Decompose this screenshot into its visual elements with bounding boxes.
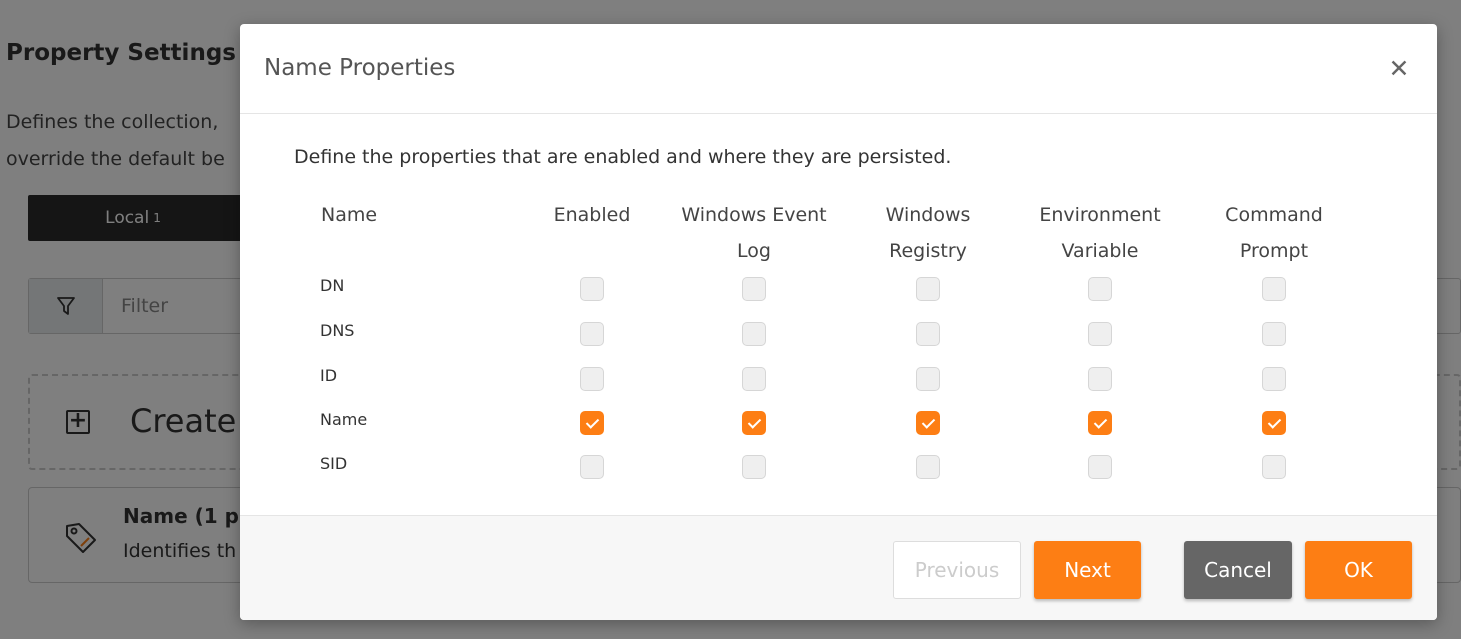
column-header-cmd-line1: Command (1225, 204, 1323, 226)
column-header-name: Name (321, 197, 377, 233)
checkbox-name-enabled[interactable] (580, 411, 604, 435)
next-button[interactable]: Next (1034, 541, 1141, 599)
modal-title: Name Properties (264, 55, 456, 81)
checkbox-sid-env[interactable] (1088, 455, 1112, 479)
checkbox-id-event-log[interactable] (742, 367, 766, 391)
modal-footer: Previous Next Cancel OK (240, 515, 1437, 620)
row-label-id: ID (320, 366, 338, 385)
ok-button[interactable]: OK (1305, 541, 1412, 599)
checkbox-id-cmd[interactable] (1262, 367, 1286, 391)
column-header-registry-line2: Registry (889, 240, 967, 262)
column-header-event-log-line1: Windows Event (681, 204, 827, 226)
close-icon[interactable]: ✕ (1386, 56, 1412, 82)
name-properties-dialog: Name Properties ✕ Define the properties … (240, 24, 1437, 620)
checkbox-sid-registry[interactable] (916, 455, 940, 479)
column-header-enabled-label: Enabled (553, 204, 631, 226)
checkbox-dn-env[interactable] (1088, 277, 1112, 301)
cancel-button[interactable]: Cancel (1184, 541, 1292, 599)
column-header-cmd: Command Prompt (1196, 197, 1352, 269)
checkbox-name-event-log[interactable] (742, 411, 766, 435)
checkbox-dn-registry[interactable] (916, 277, 940, 301)
modal-header: Name Properties ✕ (240, 24, 1437, 114)
column-header-name-label: Name (321, 204, 378, 226)
checkbox-dn-event-log[interactable] (742, 277, 766, 301)
checkbox-dn-cmd[interactable] (1262, 277, 1286, 301)
modal-description: Define the properties that are enabled a… (294, 146, 952, 168)
previous-button[interactable]: Previous (893, 541, 1021, 599)
column-header-registry-line1: Windows (885, 204, 971, 226)
column-header-event-log-line2: Log (737, 240, 771, 262)
column-header-registry: Windows Registry (848, 197, 1008, 269)
row-label-sid: SID (320, 454, 348, 473)
checkbox-dns-cmd[interactable] (1262, 322, 1286, 346)
checkbox-dns-event-log[interactable] (742, 322, 766, 346)
checkbox-dns-enabled[interactable] (580, 322, 604, 346)
column-header-env-line2: Variable (1061, 240, 1139, 262)
checkbox-id-enabled[interactable] (580, 367, 604, 391)
column-header-cmd-line2: Prompt (1239, 240, 1309, 262)
row-label-name: Name (320, 410, 368, 429)
checkbox-name-cmd[interactable] (1262, 411, 1286, 435)
checkbox-dns-registry[interactable] (916, 322, 940, 346)
column-header-env: Environment Variable (1016, 197, 1184, 269)
row-label-dns: DNS (320, 321, 355, 340)
row-label-dn: DN (320, 276, 345, 295)
checkbox-sid-event-log[interactable] (742, 455, 766, 479)
checkbox-dns-env[interactable] (1088, 322, 1112, 346)
checkbox-id-registry[interactable] (916, 367, 940, 391)
column-header-event-log: Windows Event Log (664, 197, 844, 269)
checkbox-name-registry[interactable] (916, 411, 940, 435)
column-header-env-line1: Environment (1039, 204, 1161, 226)
checkbox-sid-enabled[interactable] (580, 455, 604, 479)
checkbox-id-env[interactable] (1088, 367, 1112, 391)
column-header-enabled: Enabled (526, 197, 658, 233)
checkbox-name-env[interactable] (1088, 411, 1112, 435)
checkbox-sid-cmd[interactable] (1262, 455, 1286, 479)
checkbox-dn-enabled[interactable] (580, 277, 604, 301)
